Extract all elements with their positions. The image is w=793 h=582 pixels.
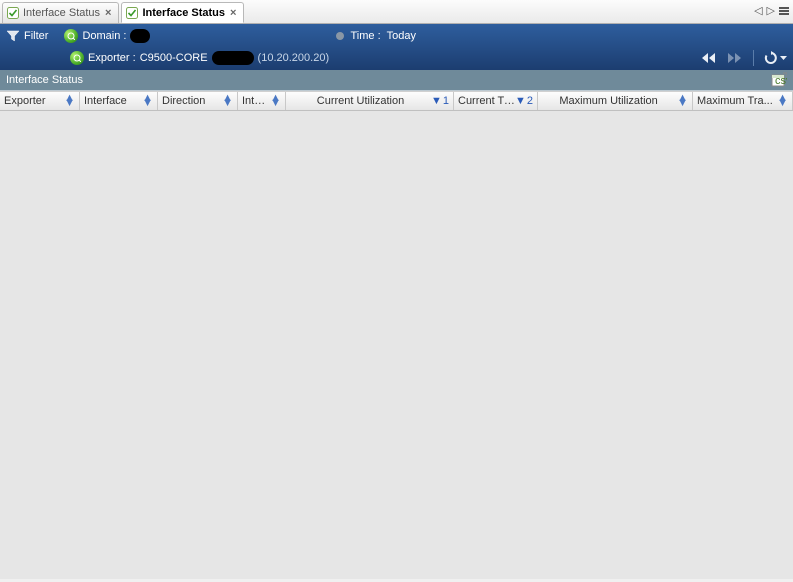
exporter-value: C9500-CORE [140, 52, 208, 64]
tab-prev-icon[interactable]: ◁ [754, 4, 762, 17]
tab-interface-status-2[interactable]: Interface Status × [121, 2, 244, 23]
export-csv-icon[interactable]: csv [771, 72, 787, 88]
col-direction[interactable]: Direction [158, 92, 238, 110]
sort-desc-2-icon: 2 [515, 95, 533, 107]
domain-value-redacted [130, 29, 150, 43]
col-interface-speed[interactable]: Inte... [238, 92, 286, 110]
sort-icon [777, 96, 788, 106]
check-icon [126, 7, 138, 19]
sort-desc-1-icon: 1 [431, 95, 449, 107]
exporter-label: Exporter : [88, 52, 136, 64]
exporter-filter[interactable]: Exporter : C9500-CORE (10.20.200.20) [70, 51, 329, 65]
table-header: Exporter Interface Direction Inte... Cur… [0, 91, 793, 111]
col-current-utilization[interactable]: Current Utilization 1 [286, 92, 454, 110]
rewind-button[interactable] [701, 52, 717, 64]
sort-icon [142, 96, 153, 106]
col-exporter[interactable]: Exporter [0, 92, 80, 110]
domain-label: Domain : [82, 30, 126, 42]
tab-interface-status-1[interactable]: Interface Status × [2, 2, 119, 23]
col-maximum-utilization[interactable]: Maximum Utilization [538, 92, 693, 110]
check-icon [7, 7, 19, 19]
status-dot-icon [336, 32, 344, 40]
sort-icon [270, 96, 281, 106]
time-value: Today [387, 30, 416, 42]
col-maximum-traffic[interactable]: Maximum Tra... [693, 92, 793, 110]
funnel-icon [6, 29, 20, 43]
forward-button[interactable] [727, 52, 743, 64]
refresh-button[interactable] [764, 51, 787, 65]
domain-filter[interactable]: Domain : [64, 29, 150, 43]
table-body-empty [0, 111, 793, 579]
tab-bar: Interface Status × Interface Status × ◁ … [0, 0, 793, 24]
col-current-traffic[interactable]: Current Tra... 2 [454, 92, 538, 110]
section-title: Interface Status [6, 74, 83, 86]
close-icon[interactable]: × [104, 7, 112, 19]
exporter-value-redacted [212, 51, 254, 65]
tab-label: Interface Status [23, 7, 100, 19]
tab-next-icon[interactable]: ▷ [767, 4, 775, 17]
tab-label: Interface Status [142, 7, 225, 19]
playback-controls [701, 50, 787, 66]
sort-icon [677, 96, 688, 106]
tab-nav: ◁ ▷ [754, 4, 789, 17]
drilldown-icon [70, 51, 84, 65]
time-filter[interactable]: Time : Today [336, 30, 416, 42]
chevron-down-icon [780, 56, 787, 61]
svg-text:csv: csv [775, 75, 787, 87]
filter-bar: Filter Domain : Time : Today Exporter : … [0, 24, 793, 70]
exporter-ip: (10.20.200.20) [258, 52, 330, 64]
filter-button[interactable]: Filter [6, 29, 48, 43]
time-label: Time : [350, 30, 380, 42]
section-header: Interface Status csv [0, 70, 793, 91]
col-interface[interactable]: Interface [80, 92, 158, 110]
sort-icon [222, 96, 233, 106]
tab-list-icon[interactable] [779, 6, 789, 16]
drilldown-icon [64, 29, 78, 43]
sort-icon [64, 96, 75, 106]
close-icon[interactable]: × [229, 7, 237, 19]
divider [753, 50, 754, 66]
filter-label: Filter [24, 30, 48, 42]
